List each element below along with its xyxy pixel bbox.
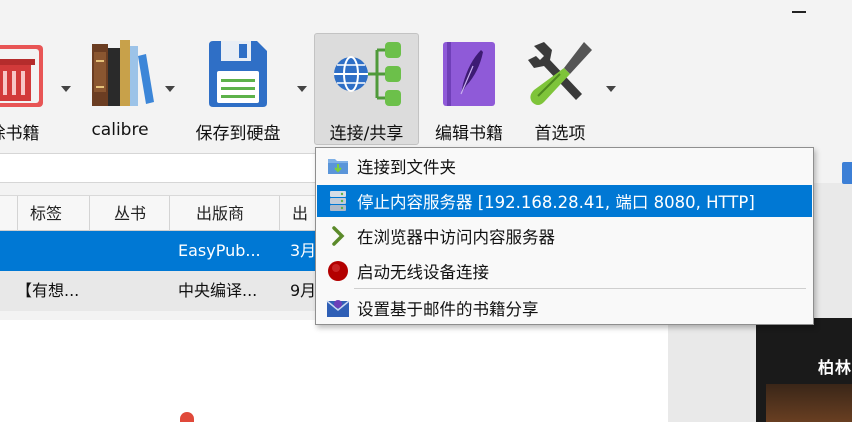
menu-item-email-sharing[interactable]: 设置基于邮件的书籍分享 xyxy=(317,292,812,324)
menu-item-wireless-device[interactable]: 启动无线设备连接 xyxy=(317,255,812,287)
remove-books-button[interactable]: 除书籍 xyxy=(0,34,62,144)
folder-icon[interactable] xyxy=(842,162,852,184)
menu-item-label: 启动无线设备连接 xyxy=(357,263,489,282)
cell-publisher: 中央编译... xyxy=(178,281,258,300)
save-to-disk-label: 保存到硬盘 xyxy=(195,124,281,144)
book-cover[interactable]: 柏林 xyxy=(756,318,852,422)
column-header-publisher[interactable]: 出版商 xyxy=(170,196,280,231)
main-toolbar: 除书籍 calibre xyxy=(0,30,852,148)
wrench-screwdriver-icon xyxy=(520,36,600,111)
tag-browser-area xyxy=(0,320,668,422)
remove-books-label: 除书籍 xyxy=(0,124,40,144)
chevron-down-icon[interactable] xyxy=(61,86,71,92)
chevron-right-icon xyxy=(326,224,350,248)
cover-art xyxy=(766,384,852,422)
menu-item-connect-folder[interactable]: 连接到文件夹 xyxy=(317,150,812,182)
column-header-series[interactable]: 丛书 xyxy=(90,196,170,231)
red-circle-icon xyxy=(326,259,350,283)
search-bar[interactable] xyxy=(0,153,316,183)
menu-separator xyxy=(354,288,806,289)
quill-book-icon xyxy=(429,36,509,111)
menu-item-stop-content-server[interactable]: 停止内容服务器 [192.168.28.41, 端口 8080, HTTP] xyxy=(317,185,812,217)
edit-book-label: 编辑书籍 xyxy=(435,124,503,144)
edit-book-button[interactable]: 编辑书籍 xyxy=(428,34,510,144)
connect-share-label: 连接/共享 xyxy=(329,124,404,144)
connect-share-button[interactable]: 连接/共享 xyxy=(314,33,419,145)
connect-share-menu: 连接到文件夹 停止内容服务器 [192.168.28.41, 端口 8080, … xyxy=(315,147,814,325)
mail-icon xyxy=(326,296,350,320)
book-list-table: 标签 丛书 出版商 出 EasyPub... 3月 【有想... 中央编译...… xyxy=(0,195,328,320)
menu-item-open-in-browser[interactable]: 在浏览器中访问内容服务器 xyxy=(317,220,812,252)
column-sort-edge[interactable] xyxy=(0,196,18,231)
chevron-down-icon[interactable] xyxy=(606,86,616,92)
table-row[interactable]: 【有想... 中央编译... 9月 xyxy=(0,271,328,311)
table-row[interactable]: EasyPub... 3月 xyxy=(0,231,328,271)
trash-icon xyxy=(0,36,54,111)
column-header-tags[interactable]: 标签 xyxy=(18,196,90,231)
menu-item-label: 在浏览器中访问内容服务器 xyxy=(357,228,555,247)
cover-title: 柏林 xyxy=(818,358,852,377)
calibre-window: 除书籍 calibre xyxy=(0,0,852,422)
menu-item-label: 设置基于邮件的书籍分享 xyxy=(357,300,539,319)
calibre-library-button[interactable]: calibre xyxy=(78,34,162,144)
preferences-button[interactable]: 首选项 xyxy=(520,34,600,144)
minimize-icon[interactable] xyxy=(792,11,806,13)
cell-tags: 【有想... xyxy=(16,281,80,300)
chevron-down-icon[interactable] xyxy=(297,86,307,92)
floppy-disk-icon xyxy=(198,36,278,111)
network-share-icon xyxy=(327,36,407,111)
chevron-down-icon[interactable] xyxy=(165,86,175,92)
cell-tags xyxy=(18,231,88,271)
menu-item-label: 停止内容服务器 [192.168.28.41, 端口 8080, HTTP] xyxy=(357,193,755,212)
folder-icon xyxy=(326,154,350,178)
server-icon xyxy=(326,189,350,213)
calibre-label: calibre xyxy=(91,120,149,140)
save-to-disk-button[interactable]: 保存到硬盘 xyxy=(188,34,288,144)
tool-icon[interactable] xyxy=(180,412,194,422)
cell-publisher: EasyPub... xyxy=(178,241,261,260)
library-books-icon xyxy=(80,36,160,112)
table-header: 标签 丛书 出版商 出 xyxy=(0,195,328,231)
menu-item-label: 连接到文件夹 xyxy=(357,158,456,177)
preferences-label: 首选项 xyxy=(534,124,586,144)
